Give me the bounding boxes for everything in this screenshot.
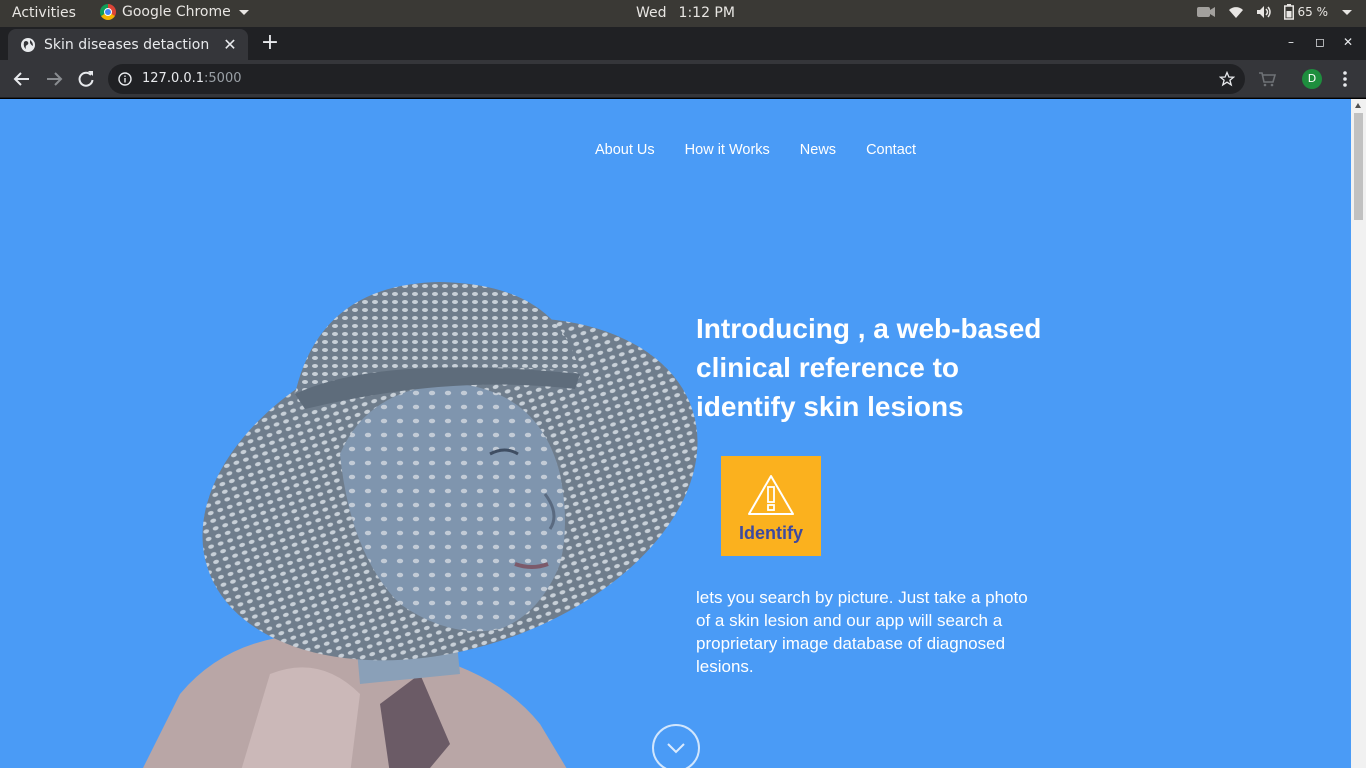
back-arrow-icon[interactable]: [12, 69, 32, 89]
battery-percent: 65 %: [1297, 5, 1329, 19]
app-menu-label: Google Chrome: [122, 4, 231, 20]
forward-arrow-icon[interactable]: [44, 69, 64, 89]
new-tab-button[interactable]: +: [258, 32, 282, 55]
volume-icon: [1256, 6, 1271, 18]
cart-extension-icon[interactable]: [1258, 70, 1276, 88]
battery-indicator: 65 %: [1283, 4, 1329, 20]
minimize-icon[interactable]: –: [1281, 35, 1301, 49]
page-scrollbar[interactable]: [1351, 99, 1366, 768]
nav-link-news[interactable]: News: [800, 142, 836, 158]
scroll-down-button[interactable]: [652, 724, 700, 768]
identify-button-label: Identify: [738, 523, 803, 543]
browser-tab[interactable]: Skin diseases detaction ✕: [8, 29, 248, 60]
tab-title: Skin diseases detaction: [44, 36, 210, 53]
close-tab-icon[interactable]: ✕: [222, 35, 238, 54]
nav-link-contact[interactable]: Contact: [866, 142, 916, 158]
browser-toolbar: 127.0.0.1:5000: [0, 60, 1366, 98]
caret-down-icon: [238, 9, 249, 15]
wifi-icon: [1228, 7, 1243, 18]
hero-description: lets you search by picture. Just take a …: [696, 588, 1028, 676]
url-text[interactable]: 127.0.0.1:5000: [142, 71, 242, 86]
system-top-bar: Activities Google Chrome Wed 1:12 PM 65 …: [0, 0, 1366, 27]
clock-day: Wed: [636, 5, 667, 21]
page-viewport: About Us How it Works News Contact Intro…: [0, 99, 1351, 768]
address-bar[interactable]: 127.0.0.1:5000: [108, 64, 1245, 94]
app-menu[interactable]: Google Chrome: [100, 4, 249, 20]
more-menu-icon[interactable]: [1340, 69, 1350, 89]
chrome-icon: [100, 4, 116, 20]
chevron-down-icon: [667, 743, 685, 754]
maximize-icon[interactable]: ◻: [1310, 35, 1330, 49]
reload-icon[interactable]: [76, 69, 96, 89]
url-port: :5000: [204, 71, 242, 86]
url-host: 127.0.0.1: [142, 71, 205, 86]
profile-avatar[interactable]: D: [1302, 69, 1322, 89]
bookmark-star-icon[interactable]: [1219, 71, 1235, 87]
hero-headline: Introducing , a web-based clinical refer…: [696, 313, 1042, 422]
scrollbar-thumb[interactable]: [1354, 113, 1363, 220]
warning-icon: [748, 475, 794, 515]
caret-down-icon: [1342, 9, 1352, 15]
camera-icon: [1196, 7, 1215, 17]
activities-button[interactable]: Activities: [12, 5, 76, 21]
nav-link-how-it-works[interactable]: How it Works: [685, 142, 770, 158]
close-window-icon[interactable]: ✕: [1338, 35, 1358, 49]
nav-link-about[interactable]: About Us: [595, 142, 655, 158]
system-tray[interactable]: 65 %: [1196, 4, 1352, 20]
hero-image: [143, 282, 698, 768]
tab-strip: Skin diseases detaction ✕ + – ◻ ✕: [0, 27, 1366, 60]
clock-time: 1:12 PM: [678, 5, 735, 21]
identify-button[interactable]: Identify: [721, 456, 821, 556]
scroll-up-arrow-icon[interactable]: [1355, 103, 1361, 108]
clock[interactable]: Wed 1:12 PM: [636, 5, 735, 21]
main-nav: About Us How it Works News Contact: [595, 142, 916, 158]
info-icon[interactable]: [118, 72, 132, 86]
battery-icon: [1283, 4, 1294, 20]
globe-icon: [21, 37, 35, 52]
